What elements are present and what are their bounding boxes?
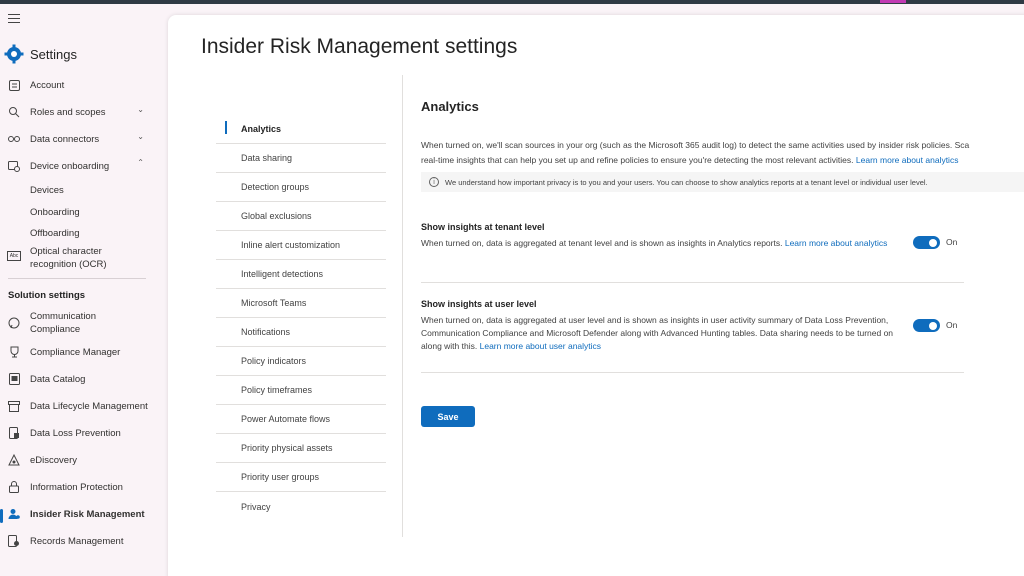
nav-item-label: Insider Risk Management	[30, 508, 145, 520]
user-toggle-label: On	[946, 320, 958, 330]
nav-item-label: Records Management	[30, 535, 124, 547]
description-line-1: When turned on, we'll scan sources in yo…	[421, 140, 970, 150]
setting-divider	[421, 282, 964, 283]
nav-item-label: Communication Compliance	[30, 311, 96, 335]
nav-item-label: Optical character recognition (OCR)	[30, 246, 107, 270]
user-learn-more-link[interactable]: Learn more about user analytics	[480, 341, 601, 351]
page-title: Insider Risk Management settings	[201, 35, 518, 58]
info-text: We understand how important privacy is t…	[445, 177, 928, 187]
nav-item-data-lifecycle-management[interactable]: Data Lifecycle Management	[0, 399, 160, 413]
nav-item-account[interactable]: Account	[0, 78, 160, 92]
subnav-item-detection-groups[interactable]: Detection groups	[216, 173, 386, 202]
subnav-item-policy-indicators[interactable]: Policy indicators	[216, 347, 386, 376]
chevron-down-icon[interactable]: ⌄	[137, 132, 144, 141]
nav-item-label: Data connectors	[30, 133, 100, 145]
roles-icon	[7, 105, 21, 119]
vertical-divider	[402, 75, 403, 537]
subnav-item-microsoft-teams[interactable]: Microsoft Teams	[216, 289, 386, 318]
people-risk-icon	[7, 507, 21, 521]
chevron-up-icon[interactable]: ⌃	[137, 158, 144, 167]
tenant-learn-more-link[interactable]: Learn more about analytics	[785, 238, 888, 248]
top-bar-accent	[880, 0, 906, 3]
section-description: When turned on, we'll scan sources in yo…	[421, 138, 1024, 168]
shield-doc-icon	[7, 426, 21, 440]
subnav-item-priority-user-groups[interactable]: Priority user groups	[216, 463, 386, 492]
tenant-level-setting: Show insights at tenant level When turne…	[421, 222, 964, 250]
nav-item-label: Data Loss Prevention	[30, 427, 121, 439]
subnav-item-analytics[interactable]: Analytics	[216, 115, 386, 144]
description-line-2-text: real-time insights that can help you set…	[421, 155, 854, 165]
subnav-item-policy-timeframes[interactable]: Policy timeframes	[216, 376, 386, 405]
nav-header: Settings	[4, 44, 77, 64]
nav-item-insider-risk-management[interactable]: Insider Risk Management	[0, 507, 160, 521]
tenant-toggle-label: On	[946, 237, 958, 247]
user-insights-toggle[interactable]	[913, 319, 940, 332]
nav-item-label: Compliance Manager	[30, 346, 121, 358]
subnav-item-data-sharing[interactable]: Data sharing	[216, 144, 386, 173]
section-title: Analytics	[421, 99, 479, 114]
description-line-2: real-time insights that can help you set…	[421, 153, 1024, 168]
nav-item-label: Information Protection	[30, 481, 123, 493]
nav-item-records-management[interactable]: Records Management	[0, 534, 160, 548]
user-level-setting: Show insights at user level When turned …	[421, 299, 964, 353]
tenant-setting-desc-text: When turned on, data is aggregated at te…	[421, 238, 783, 248]
connectors-icon	[7, 132, 21, 146]
nav-item-data-connectors[interactable]: Data connectors ⌄	[0, 132, 160, 146]
chat-icon	[7, 316, 21, 330]
user-setting-title: Show insights at user level	[421, 299, 537, 309]
subnav-item-privacy[interactable]: Privacy	[216, 492, 386, 521]
solution-settings-heading: Solution settings	[8, 290, 86, 301]
account-icon	[7, 78, 21, 92]
user-setting-description: When turned on, data is aggregated at us…	[421, 314, 906, 353]
nav-item-label: Data Catalog	[30, 373, 86, 385]
learn-more-analytics-link[interactable]: Learn more about analytics	[856, 155, 959, 165]
setting-divider	[421, 372, 964, 373]
nav-item-data-loss-prevention[interactable]: Data Loss Prevention	[0, 426, 160, 440]
subnav-item-priority-physical-assets[interactable]: Priority physical assets	[216, 434, 386, 463]
ediscovery-icon	[7, 453, 21, 467]
nav-subitem-offboarding[interactable]: Offboarding	[30, 228, 79, 239]
lock-icon	[7, 480, 21, 494]
nav-item-label: Data Lifecycle Management	[30, 400, 148, 412]
nav-item-data-catalog[interactable]: Data Catalog	[0, 372, 160, 386]
nav-divider	[8, 278, 146, 279]
tenant-setting-description: When turned on, data is aggregated at te…	[421, 237, 906, 250]
trophy-icon	[7, 345, 21, 359]
nav-subitem-onboarding[interactable]: Onboarding	[30, 207, 80, 218]
nav-subitem-devices[interactable]: Devices	[30, 185, 64, 196]
nav-title: Settings	[30, 46, 77, 62]
nav-item-compliance-manager[interactable]: Compliance Manager	[0, 345, 160, 359]
chevron-down-icon[interactable]: ⌄	[137, 105, 144, 114]
nav-item-label: Device onboarding	[30, 160, 110, 172]
nav-item-information-protection[interactable]: Information Protection	[0, 480, 160, 494]
nav-item-label: eDiscovery	[30, 454, 77, 466]
main-panel: Insider Risk Management settings Analyti…	[168, 15, 1024, 576]
nav-item-ocr[interactable]: Abc Optical character recognition (OCR)	[0, 246, 160, 271]
nav-item-roles-and-scopes[interactable]: Roles and scopes ⌄	[0, 105, 160, 119]
device-icon	[7, 159, 21, 173]
records-icon	[7, 534, 21, 548]
ocr-icon: Abc	[7, 251, 21, 261]
info-icon: i	[429, 177, 439, 187]
tenant-insights-toggle[interactable]	[913, 236, 940, 249]
save-button[interactable]: Save	[421, 406, 475, 427]
subnav-item-intelligent-detections[interactable]: Intelligent detections	[216, 260, 386, 289]
nav-item-ediscovery[interactable]: eDiscovery	[0, 453, 160, 467]
nav-item-device-onboarding[interactable]: Device onboarding ⌃	[0, 158, 160, 173]
nav-item-label: Account	[30, 79, 65, 91]
hamburger-menu-icon[interactable]	[8, 14, 20, 24]
nav-item-label: Roles and scopes	[30, 106, 106, 118]
nav-item-communication-compliance[interactable]: Communication Compliance	[0, 311, 160, 336]
subnav-item-inline-alert-customization[interactable]: Inline alert customization	[216, 231, 386, 260]
subnav-item-global-exclusions[interactable]: Global exclusions	[216, 202, 386, 231]
archive-icon	[7, 399, 21, 413]
privacy-info-bar: i We understand how important privacy is…	[421, 172, 1024, 192]
gear-icon	[4, 44, 24, 64]
left-navigation: Settings Account Roles and scopes ⌄ Data…	[0, 4, 168, 576]
catalog-icon	[7, 372, 21, 386]
tenant-setting-title: Show insights at tenant level	[421, 222, 545, 232]
subnav-item-power-automate-flows[interactable]: Power Automate flows	[216, 405, 386, 434]
subnav-item-notifications[interactable]: Notifications	[216, 318, 386, 347]
